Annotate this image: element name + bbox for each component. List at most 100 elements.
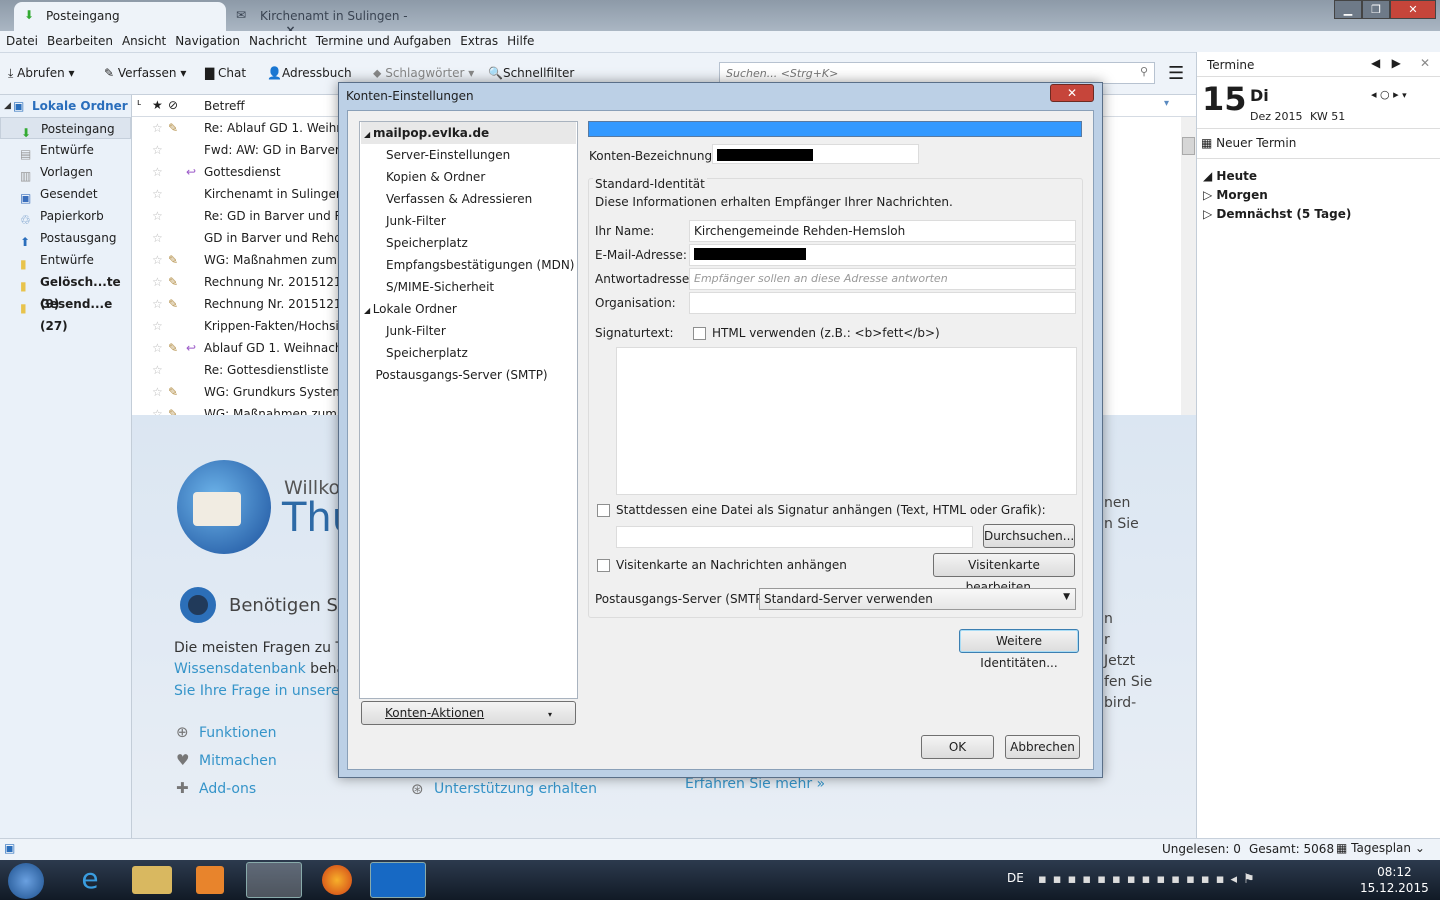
explorer-icon[interactable]: [132, 866, 172, 894]
star-column-icon[interactable]: ★: [152, 98, 163, 112]
firefox-icon[interactable]: [322, 865, 352, 895]
thunderbird-taskbar-icon[interactable]: [246, 862, 302, 898]
tab-message[interactable]: ✉ Kirchenamt in Sulingen - ... ×: [228, 2, 433, 37]
star-icon[interactable]: ☆: [152, 183, 163, 205]
star-icon[interactable]: ☆: [152, 249, 163, 271]
tree-item[interactable]: Speicherplatz: [386, 232, 576, 254]
language-indicator[interactable]: DE: [1007, 871, 1024, 885]
new-event-button[interactable]: ▦ Neuer Termin: [1201, 136, 1296, 150]
write-button[interactable]: ✎ Verfassen ▾: [104, 65, 186, 81]
attachment-column-icon[interactable]: ⊘: [168, 98, 178, 112]
tree-item[interactable]: Kopien & Ordner: [386, 166, 576, 188]
contribute-link[interactable]: Mitmachen: [199, 753, 277, 769]
account-name-input[interactable]: [712, 144, 919, 164]
folder-item[interactable]: ▤ Entwürfe: [0, 139, 131, 161]
learn-more-link[interactable]: Erfahren Sie mehr »: [685, 776, 825, 792]
star-icon[interactable]: ☆: [152, 293, 163, 315]
edit-vcard-button[interactable]: Visitenkarte bearbeiten...: [933, 553, 1075, 594]
account-actions-button[interactable]: Konten-Aktionen ▾: [361, 701, 576, 725]
folder-item[interactable]: ▮ Entwürfe: [0, 249, 131, 271]
tree-item[interactable]: ◢ Lokale Ordner: [364, 298, 577, 320]
expand-arrow-icon[interactable]: ◢: [364, 306, 373, 315]
tab-posteingang[interactable]: ⬇ Posteingang: [14, 2, 226, 31]
menu-hilfe[interactable]: Hilfe: [507, 34, 534, 48]
star-icon[interactable]: ☆: [152, 139, 163, 161]
signature-file-checkbox[interactable]: [597, 504, 610, 517]
features-link[interactable]: Funktionen: [199, 725, 276, 741]
ok-button[interactable]: OK: [921, 735, 994, 759]
star-icon[interactable]: ☆: [152, 359, 163, 381]
folder-item[interactable]: ▮ Gesend...e (27): [0, 293, 131, 333]
expand-arrow-icon[interactable]: ◢: [364, 130, 373, 139]
reply-to-input[interactable]: Empfänger sollen an diese Adresse antwor…: [689, 268, 1076, 290]
star-icon[interactable]: ☆: [152, 117, 163, 139]
tree-item[interactable]: Server-Einstellungen: [386, 144, 576, 166]
section-demnaechst[interactable]: ▷ Demnächst (5 Tage): [1203, 205, 1351, 224]
close-window-button[interactable]: ✕: [1390, 0, 1436, 19]
cancel-button[interactable]: Abbrechen: [1005, 735, 1080, 759]
forum-link[interactable]: Sie Ihre Frage in unserer: [174, 683, 345, 699]
star-icon[interactable]: ☆: [152, 337, 163, 359]
folder-item[interactable]: ▣ Gesendet: [0, 183, 131, 205]
tray-icons[interactable]: ▪▪▪▪▪▪▪▪▪▪▪▪▪◂⚑: [1038, 872, 1261, 887]
menu-extras[interactable]: Extras: [460, 34, 498, 48]
maximize-button[interactable]: ❐: [1362, 0, 1390, 19]
star-icon[interactable]: ☆: [152, 205, 163, 227]
menu-ansicht[interactable]: Ansicht: [122, 34, 166, 48]
search-input[interactable]: Suchen... <Strg+K> ⚲: [719, 62, 1155, 84]
clock-time[interactable]: 08:12: [1360, 864, 1429, 880]
email-input[interactable]: [689, 244, 1076, 266]
star-icon[interactable]: ☆: [152, 315, 163, 337]
section-heute[interactable]: ◢ Heute: [1203, 167, 1351, 186]
name-input[interactable]: Kirchengemeinde Rehden-Hemsloh: [689, 220, 1076, 242]
smtp-select[interactable]: Standard-Server verwenden ▼: [759, 588, 1076, 610]
more-identities-button[interactable]: Weitere Identitäten...: [959, 629, 1079, 670]
minimize-button[interactable]: ▁: [1334, 0, 1362, 19]
tree-item[interactable]: S/MIME-Sicherheit: [386, 276, 576, 298]
star-icon[interactable]: ☆: [152, 271, 163, 293]
addressbook-button[interactable]: 👤Adressbuch: [267, 65, 352, 81]
folder-item[interactable]: ▥ Vorlagen: [0, 161, 131, 183]
support-link[interactable]: Unterstützung erhalten: [434, 781, 597, 797]
menu-termine[interactable]: Termine und Aufgaben: [316, 34, 451, 48]
media-player-icon[interactable]: [196, 866, 224, 894]
tree-item[interactable]: Verfassen & Adressieren: [386, 188, 576, 210]
dayplan-button[interactable]: ▦ Tagesplan ⌄: [1336, 841, 1425, 855]
section-morgen[interactable]: ▷ Morgen: [1203, 186, 1351, 205]
addons-link[interactable]: Add-ons: [199, 781, 256, 797]
signature-file-input[interactable]: [616, 526, 973, 548]
tree-item[interactable]: Postausgangs-Server (SMTP): [364, 364, 577, 386]
signature-textarea[interactable]: [616, 347, 1077, 495]
teamviewer-icon[interactable]: [370, 862, 426, 898]
clock-date[interactable]: 15.12.2015: [1360, 880, 1429, 896]
account-lokale-ordner[interactable]: ◢ ▣ Lokale Ordner: [0, 95, 131, 117]
chat-button[interactable]: ▇ Chat: [205, 65, 246, 81]
thread-column-icon[interactable]: ᒻ: [137, 98, 142, 112]
quickfilter-button[interactable]: 🔍Schnellfilter: [488, 65, 574, 81]
browse-button[interactable]: Durchsuchen...: [983, 524, 1075, 548]
vcard-checkbox[interactable]: [597, 559, 610, 572]
scrollbar[interactable]: [1181, 117, 1196, 415]
html-checkbox[interactable]: [693, 327, 706, 340]
folder-item[interactable]: ♲ Papierkorb: [0, 205, 131, 227]
knowledge-base-link[interactable]: Wissensdatenbank: [174, 661, 306, 677]
tree-item[interactable]: Junk-Filter: [386, 320, 576, 342]
online-status-icon[interactable]: ▣: [4, 841, 15, 855]
menu-datei[interactable]: Datei: [6, 34, 38, 48]
column-subject[interactable]: Betreff: [204, 99, 245, 113]
folder-item[interactable]: ⬆ Postausgang: [0, 227, 131, 249]
get-mail-button[interactable]: ⤓ Abrufen ▾: [8, 65, 75, 81]
menu-nachricht[interactable]: Nachricht: [249, 34, 307, 48]
tree-item[interactable]: Speicherplatz: [386, 342, 576, 364]
dialog-close-button[interactable]: ✕: [1050, 84, 1094, 102]
tree-item[interactable]: Junk-Filter: [386, 210, 576, 232]
star-icon[interactable]: ☆: [152, 381, 163, 403]
star-icon[interactable]: ☆: [152, 227, 163, 249]
tree-item[interactable]: ◢ mailpop.evlka.de: [361, 122, 576, 144]
folder-item[interactable]: ⬇ Posteingang: [0, 117, 131, 140]
tree-item[interactable]: Empfangsbestätigungen (MDN): [386, 254, 576, 276]
folder-item[interactable]: ▮ Gelösch...te (9): [0, 271, 131, 311]
tags-button[interactable]: ⬥ Schlagwörter ▾: [373, 65, 474, 81]
star-icon[interactable]: ☆: [152, 161, 163, 183]
prev-next-icons[interactable]: ◀ ▶ ✕: [1371, 56, 1430, 70]
